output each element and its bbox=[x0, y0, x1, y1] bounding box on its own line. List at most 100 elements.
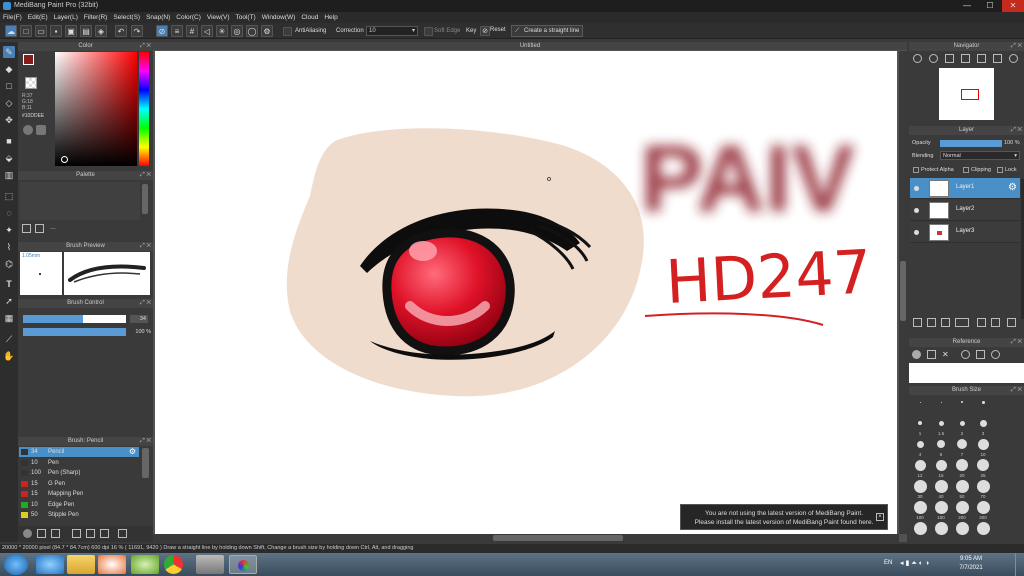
brush-settings-gear-icon[interactable]: ⚙ bbox=[129, 447, 136, 457]
notice-close-button[interactable]: × bbox=[876, 513, 884, 521]
brush-list-item[interactable]: 15 Mapping Pen bbox=[19, 489, 139, 499]
brush-size-option[interactable] bbox=[934, 500, 948, 514]
eraser-tool-icon[interactable]: ◆ bbox=[3, 63, 15, 75]
blending-select[interactable]: Normal ▾ bbox=[940, 151, 1020, 160]
ref-zoom-in-icon[interactable] bbox=[961, 350, 970, 359]
start-button[interactable] bbox=[4, 554, 28, 575]
layer-menu-icon[interactable] bbox=[955, 318, 969, 327]
brush-size-option[interactable] bbox=[934, 479, 948, 493]
brush-size-option[interactable] bbox=[956, 459, 968, 471]
snap-off-icon[interactable]: ⊘ bbox=[156, 25, 168, 37]
rect-fill-icon[interactable]: ■ bbox=[3, 135, 15, 147]
color-add-icon[interactable] bbox=[36, 125, 46, 135]
layer-settings-gear-icon[interactable]: ⚙ bbox=[1008, 182, 1017, 193]
menu-edit[interactable]: Edit(E) bbox=[25, 12, 51, 23]
nav-zoom-in-icon[interactable] bbox=[913, 54, 922, 63]
clock-date[interactable]: 7/7/2021 bbox=[955, 565, 987, 571]
nav-fit-icon[interactable] bbox=[945, 54, 954, 63]
correction-select[interactable]: 10 ▾ bbox=[366, 26, 418, 36]
nav-reset-icon[interactable] bbox=[1009, 54, 1018, 63]
brush-list-item[interactable]: 10 Pen bbox=[19, 458, 139, 468]
pen-tool-icon[interactable]: ✎ bbox=[3, 46, 15, 58]
brush-copy-icon[interactable] bbox=[100, 529, 109, 538]
menu-help[interactable]: Help bbox=[321, 12, 340, 23]
brush-opacity-slider[interactable] bbox=[23, 328, 126, 336]
brush-list-item[interactable]: 10 Edge Pen bbox=[19, 500, 139, 510]
canvas-tab[interactable]: Untitled bbox=[153, 42, 907, 50]
text-tool-icon[interactable]: T bbox=[3, 278, 15, 290]
palette-more[interactable]: ... bbox=[50, 224, 56, 231]
circle-snap-icon[interactable]: ◎ bbox=[231, 25, 243, 37]
gradient-tool-icon[interactable]: ▥ bbox=[3, 169, 15, 181]
nav-actual-size-icon[interactable] bbox=[961, 54, 970, 63]
brush-size-option[interactable] bbox=[955, 521, 969, 535]
paint-icon[interactable] bbox=[196, 555, 224, 574]
media-player-icon[interactable] bbox=[98, 555, 126, 574]
brush-size-option[interactable] bbox=[913, 479, 927, 493]
select-pen-icon[interactable]: ⌇ bbox=[3, 241, 15, 253]
chrome-icon[interactable] bbox=[164, 555, 183, 574]
brush-size-option[interactable] bbox=[976, 521, 990, 535]
brush-size-option[interactable] bbox=[957, 439, 967, 449]
move-tool-icon[interactable]: ✥ bbox=[3, 114, 15, 126]
new-file-icon[interactable]: □ bbox=[20, 25, 32, 37]
new-halftone-layer-icon[interactable] bbox=[927, 318, 936, 327]
vanish-snap-icon[interactable]: ◁ bbox=[201, 25, 213, 37]
brush-folder-icon[interactable] bbox=[86, 529, 95, 538]
menu-select[interactable]: Select(S) bbox=[110, 12, 143, 23]
brush-size-slider[interactable] bbox=[23, 315, 126, 323]
language-indicator[interactable]: EN bbox=[884, 560, 892, 566]
layer-row-layer3[interactable]: Layer3 bbox=[910, 222, 1020, 243]
brush-size-option[interactable] bbox=[937, 440, 945, 448]
close-button[interactable]: ✕ bbox=[1002, 0, 1024, 12]
delete-layer-icon[interactable] bbox=[1007, 318, 1016, 327]
operation-tool-icon[interactable]: ➚ bbox=[3, 295, 15, 307]
curve-snap-icon[interactable]: ◯ bbox=[246, 25, 258, 37]
shape-tool-icon[interactable]: □ bbox=[3, 80, 15, 92]
duplicate-layer-icon[interactable] bbox=[941, 318, 950, 327]
tray-icons[interactable]: ◂ ▮ ⏶ ◐ ◑ bbox=[900, 559, 929, 568]
primary-color-swatch[interactable] bbox=[23, 54, 34, 65]
explorer-icon[interactable] bbox=[67, 555, 95, 574]
brush-size-option[interactable] bbox=[938, 420, 944, 426]
nav-rotate-left-icon[interactable] bbox=[977, 54, 986, 63]
menu-tool[interactable]: Tool(T) bbox=[233, 12, 259, 23]
save-icon[interactable]: ▪ bbox=[50, 25, 62, 37]
ref-cloud-icon[interactable] bbox=[912, 350, 921, 359]
ref-open-icon[interactable] bbox=[927, 350, 936, 359]
brush-size-option[interactable] bbox=[959, 420, 965, 426]
canvas-vertical-scrollbar[interactable] bbox=[899, 51, 907, 534]
reset-button[interactable]: Reset bbox=[486, 25, 509, 37]
export-icon[interactable]: ▣ bbox=[65, 25, 77, 37]
brush-size-option[interactable] bbox=[955, 479, 969, 493]
brush-size-option[interactable] bbox=[914, 459, 926, 471]
undo-icon[interactable]: ↶ bbox=[115, 25, 127, 37]
medibang-taskbar-icon[interactable] bbox=[229, 555, 257, 574]
palette-scrollbar[interactable] bbox=[142, 184, 148, 214]
ref-zoom-out-icon[interactable] bbox=[991, 350, 1000, 359]
brush-size-option[interactable] bbox=[935, 459, 947, 471]
brush-size-option[interactable] bbox=[913, 521, 927, 535]
soft-edge-checkbox[interactable] bbox=[424, 27, 433, 36]
brush-size-option[interactable] bbox=[979, 419, 987, 427]
clock-time[interactable]: 9:05 AM bbox=[957, 556, 985, 562]
palette-add-icon[interactable] bbox=[22, 224, 31, 233]
straight-line-button[interactable]: ⟋ Create a straight line bbox=[511, 25, 584, 37]
select-tool-icon[interactable]: ⬚ bbox=[3, 190, 15, 202]
menu-filter[interactable]: Filter(R) bbox=[81, 12, 110, 23]
dot-tool-icon[interactable]: ◇ bbox=[3, 97, 15, 109]
layer-opacity-slider[interactable] bbox=[940, 140, 1002, 147]
brush-list-item[interactable]: 50 Stipple Pen bbox=[19, 510, 139, 520]
brush-import-icon[interactable] bbox=[37, 529, 46, 538]
brush-size-option[interactable] bbox=[977, 459, 989, 471]
brush-size-option[interactable] bbox=[934, 521, 948, 535]
brush-size-option[interactable] bbox=[961, 401, 963, 403]
radial-snap-icon[interactable]: ✳ bbox=[216, 25, 228, 37]
maximize-button[interactable]: ☐ bbox=[979, 0, 1001, 12]
brush-add-icon[interactable] bbox=[51, 529, 60, 538]
protect-alpha-checkbox[interactable] bbox=[913, 167, 919, 173]
menu-layer[interactable]: Layer(L) bbox=[51, 12, 81, 23]
brush-size-option[interactable] bbox=[981, 400, 985, 404]
brush-list-item[interactable]: 34 Pencil ⚙ bbox=[19, 447, 139, 457]
brush-list-item[interactable]: 15 G Pen bbox=[19, 479, 139, 489]
